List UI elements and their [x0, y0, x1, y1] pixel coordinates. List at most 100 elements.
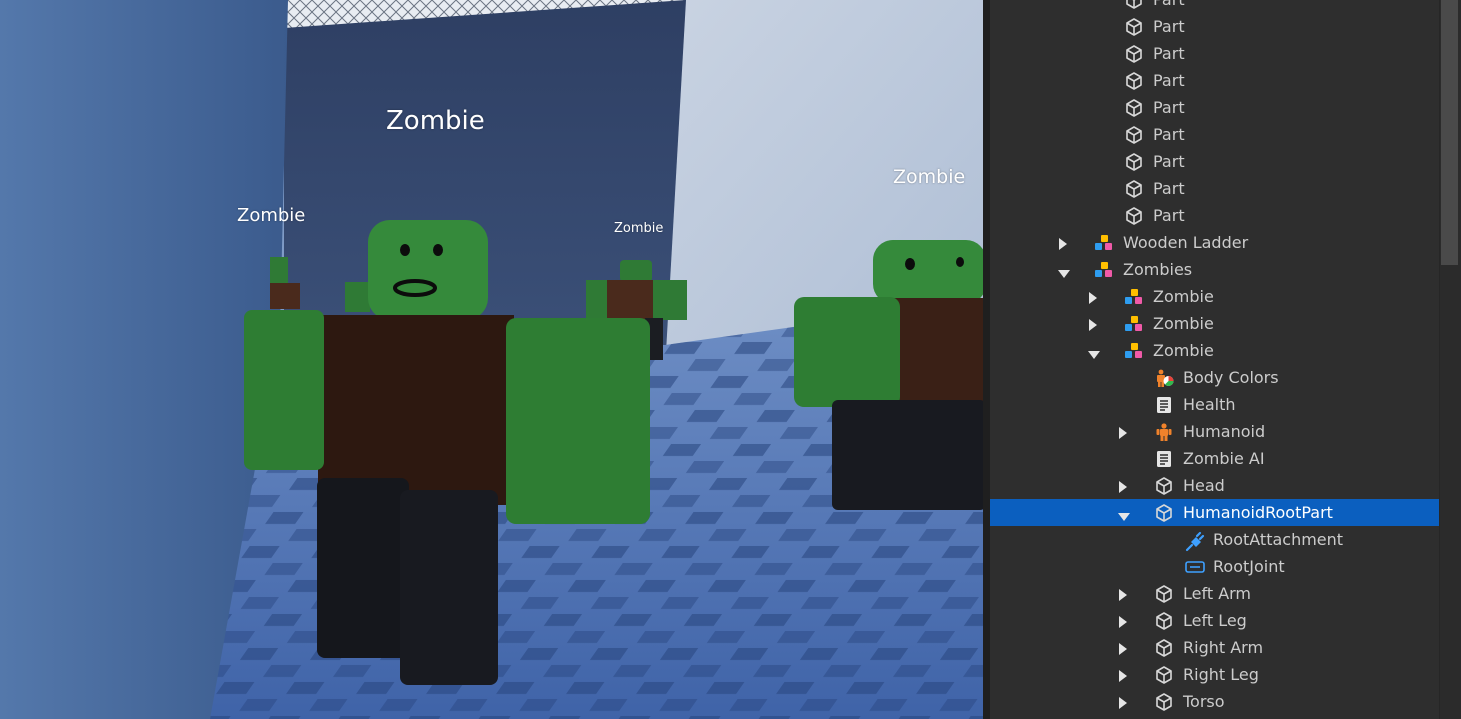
model-icon: [1124, 314, 1144, 334]
tree-row-label: Part: [1153, 206, 1185, 225]
tree-row[interactable]: RootAttachment: [990, 526, 1439, 553]
part-icon: [1124, 44, 1144, 64]
tree-row-label: Zombie: [1153, 314, 1214, 333]
part-icon: [1154, 692, 1174, 712]
tree-row-label: Right Leg: [1183, 665, 1259, 684]
part-icon: [1154, 638, 1174, 658]
scene-render: [0, 0, 986, 719]
collapse-arrow-icon[interactable]: [1058, 266, 1070, 278]
tree-row-label: Part: [1153, 98, 1185, 117]
tree-row[interactable]: Part: [990, 175, 1439, 202]
model-icon: [1094, 233, 1114, 253]
part-icon: [1124, 152, 1144, 172]
tree-row-label: Zombies: [1123, 260, 1193, 279]
part-icon: [1154, 503, 1174, 523]
tree-row[interactable]: Left Arm: [990, 580, 1439, 607]
tree-row[interactable]: Wooden Ladder: [990, 229, 1439, 256]
expand-arrow-icon[interactable]: [1088, 318, 1098, 331]
tree-row-label: HumanoidRootPart: [1183, 503, 1333, 522]
zombie-nametag: Zombie: [386, 106, 485, 136]
tree-row[interactable]: Part: [990, 13, 1439, 40]
tree-row[interactable]: Humanoid: [990, 418, 1439, 445]
body-colors-icon: [1154, 368, 1174, 388]
expand-arrow-icon[interactable]: [1118, 480, 1128, 493]
tree-row-label: Health: [1183, 395, 1236, 414]
model-icon: [1124, 287, 1144, 307]
zombie-nametag: Zombie: [893, 166, 966, 188]
part-icon: [1124, 125, 1144, 145]
part-icon: [1154, 584, 1174, 604]
tree-row-label: RootAttachment: [1213, 530, 1344, 549]
tree-row[interactable]: Part: [990, 121, 1439, 148]
script-icon: [1154, 395, 1174, 415]
tree-row[interactable]: Left Leg: [990, 607, 1439, 634]
part-icon: [1124, 179, 1144, 199]
tree-row-label: Zombie AI: [1183, 449, 1265, 468]
model-icon: [1124, 341, 1144, 361]
expand-arrow-icon[interactable]: [1118, 615, 1128, 628]
expand-arrow-icon[interactable]: [1058, 237, 1068, 250]
tree-row[interactable]: Right Arm: [990, 634, 1439, 661]
part-icon: [1154, 665, 1174, 685]
tree-row[interactable]: Part: [990, 202, 1439, 229]
collapse-arrow-icon[interactable]: [1118, 509, 1130, 521]
zombie-nametag: Zombie: [614, 221, 664, 236]
expand-arrow-icon[interactable]: [1118, 642, 1128, 655]
tree-row[interactable]: Part: [990, 40, 1439, 67]
tree-row-label: Left Leg: [1183, 611, 1247, 630]
tree-row-label: Right Arm: [1183, 638, 1264, 657]
tree-row[interactable]: Zombie AI: [990, 445, 1439, 472]
tree-row[interactable]: Part: [990, 94, 1439, 121]
part-icon: [1124, 17, 1144, 37]
tree-row-label: Zombie: [1153, 341, 1214, 360]
tree-row-label: Body Colors: [1183, 368, 1279, 387]
model-icon: [1094, 260, 1114, 280]
tree-row[interactable]: Part: [990, 67, 1439, 94]
part-icon: [1124, 71, 1144, 91]
tree-row-label: Part: [1153, 17, 1185, 36]
script-icon: [1154, 449, 1174, 469]
explorer-tree: Part Part Part Part Part Part Part Part Part Wood…: [990, 0, 1439, 715]
expand-arrow-icon[interactable]: [1088, 291, 1098, 304]
tree-row[interactable]: Zombie: [990, 283, 1439, 310]
tree-row[interactable]: Part: [990, 148, 1439, 175]
expand-arrow-icon[interactable]: [1118, 696, 1128, 709]
tree-row-label: Part: [1153, 71, 1185, 90]
part-icon: [1124, 206, 1144, 226]
expand-arrow-icon[interactable]: [1118, 669, 1128, 682]
tree-row-label: Wooden Ladder: [1123, 233, 1249, 252]
tree-row[interactable]: Zombie: [990, 310, 1439, 337]
explorer-panel: Part Part Part Part Part Part Part Part Part Wood…: [990, 0, 1461, 719]
tree-row[interactable]: Zombies: [990, 256, 1439, 283]
tree-row-label: Part: [1153, 0, 1185, 10]
tree-row[interactable]: Head: [990, 472, 1439, 499]
expand-arrow-icon[interactable]: [1118, 426, 1128, 439]
tree-row[interactable]: Body Colors: [990, 364, 1439, 391]
tree-row-label: RootJoint: [1213, 557, 1285, 576]
tree-row-label: Part: [1153, 179, 1185, 198]
tree-row-label: Torso: [1183, 692, 1225, 711]
panel-splitter[interactable]: [983, 0, 990, 719]
tree-row-label: Part: [1153, 125, 1185, 144]
3d-viewport[interactable]: Zombie Zombie Zombie Zombie: [0, 0, 986, 719]
tree-row[interactable]: Health: [990, 391, 1439, 418]
tree-row-label: Left Arm: [1183, 584, 1252, 603]
tree-row[interactable]: Part: [990, 0, 1439, 13]
collapse-arrow-icon[interactable]: [1088, 347, 1100, 359]
tree-row[interactable]: HumanoidRootPart: [990, 499, 1439, 526]
tree-row-label: Part: [1153, 152, 1185, 171]
tree-row-label: Zombie: [1153, 287, 1214, 306]
expand-arrow-icon[interactable]: [1118, 588, 1128, 601]
tree-row[interactable]: RootJoint: [990, 553, 1439, 580]
tree-row[interactable]: Zombie: [990, 337, 1439, 364]
tree-row-label: Part: [1153, 44, 1185, 63]
humanoid-icon: [1154, 422, 1174, 442]
zombie-nametag: Zombie: [237, 205, 306, 226]
part-icon: [1124, 0, 1144, 10]
tree-row[interactable]: Torso: [990, 688, 1439, 715]
part-icon: [1154, 476, 1174, 496]
tree-row[interactable]: Right Leg: [990, 661, 1439, 688]
explorer-scrollbar-thumb[interactable]: [1441, 0, 1458, 265]
part-icon: [1124, 98, 1144, 118]
attachment-icon: [1184, 530, 1205, 552]
